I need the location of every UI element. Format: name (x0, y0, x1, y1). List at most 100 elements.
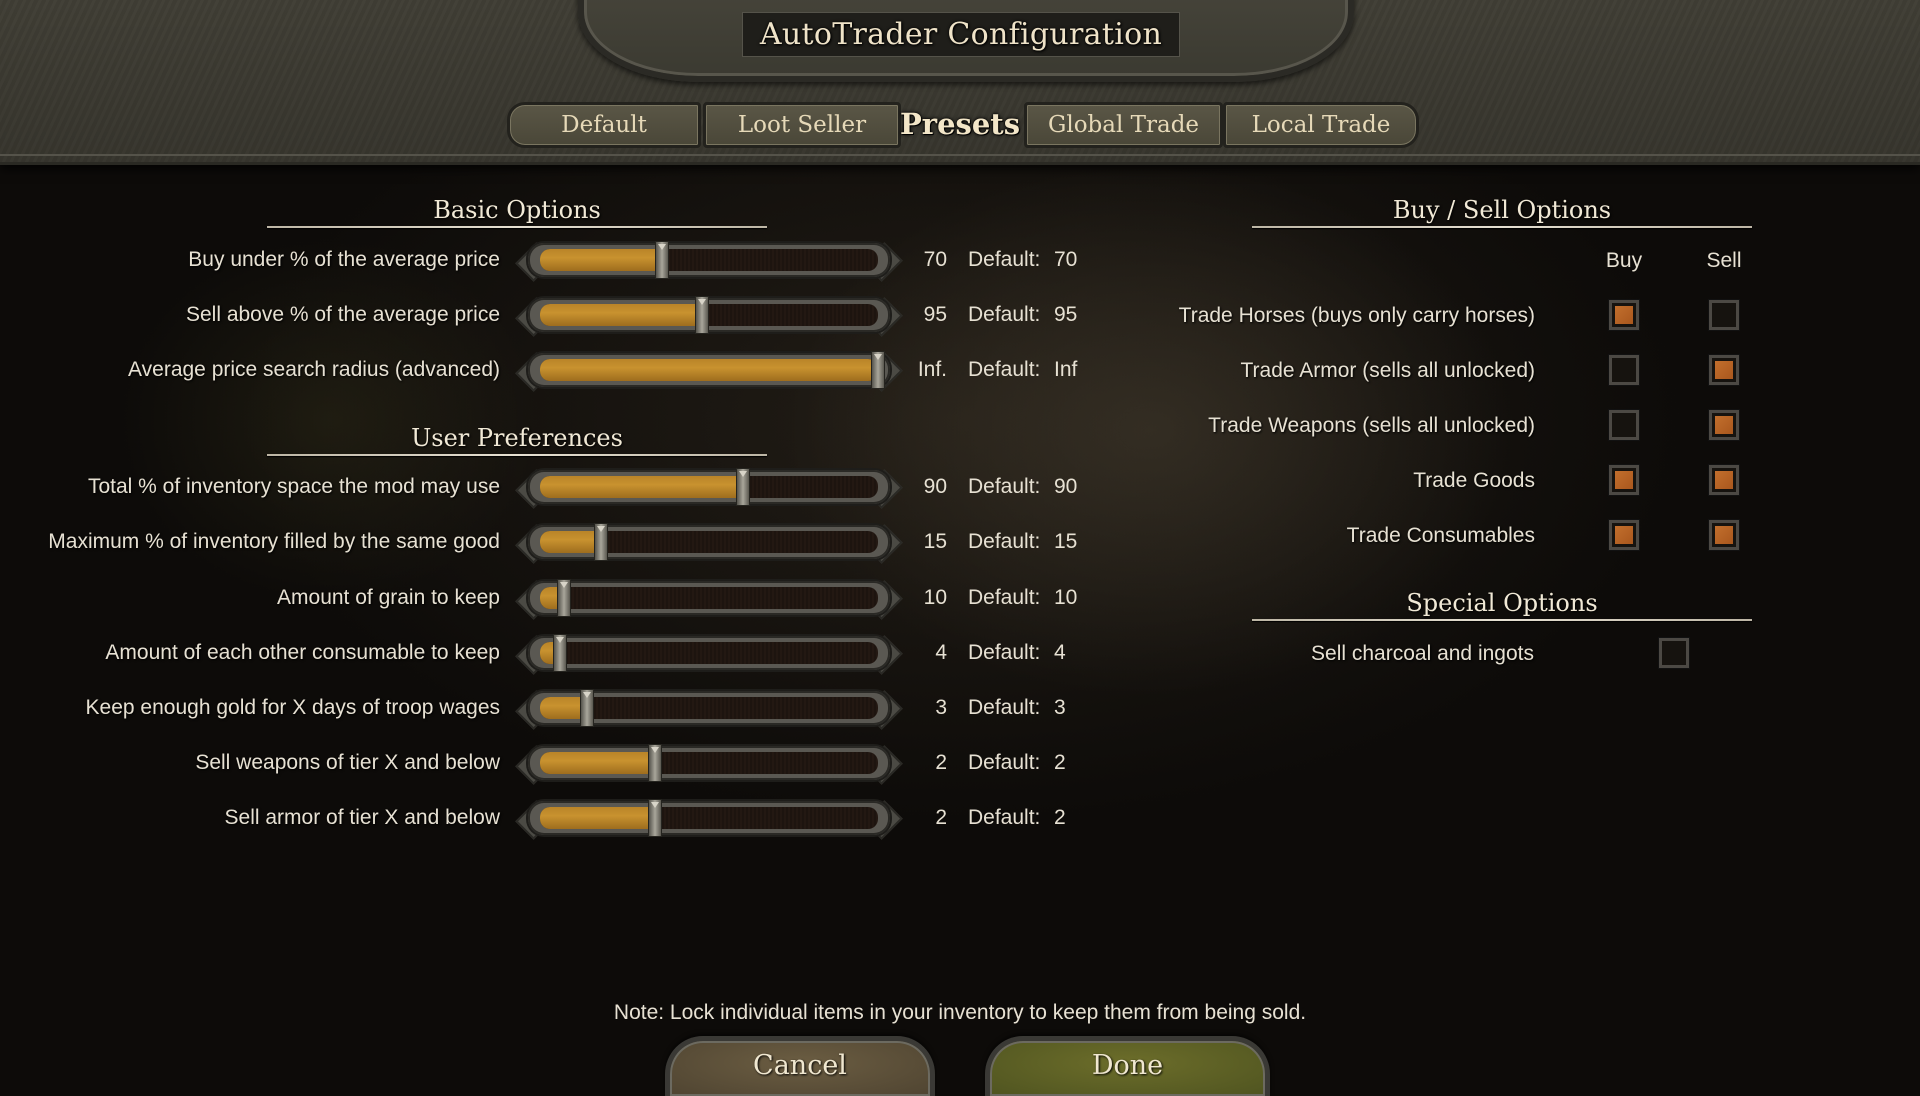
tab-global-trade[interactable]: Global Trade (1024, 102, 1223, 148)
slider-thumb[interactable] (580, 689, 595, 727)
slider-track (540, 359, 878, 381)
slider-thumb[interactable] (556, 579, 571, 617)
slider-fill (540, 752, 655, 774)
slider-value: 2 (935, 806, 947, 829)
default-value: 90 (1054, 475, 1078, 498)
trade-horses-sell-checkbox[interactable] (1709, 300, 1739, 330)
default-label: Default: (968, 806, 1041, 829)
default-label: Default: (968, 248, 1041, 271)
checked-mark (1615, 526, 1633, 544)
slider-value: 4 (935, 641, 947, 664)
buy-sell-options-divider (1252, 226, 1752, 228)
slider-thumb[interactable] (654, 241, 669, 279)
special-options-divider (1252, 619, 1752, 621)
slider-value: 10 (923, 586, 947, 609)
default-value: 4 (1054, 641, 1066, 664)
buy-under-of-the-average-price-slider[interactable] (515, 241, 903, 282)
trade-armor-buy-checkbox[interactable] (1609, 355, 1639, 385)
slider-track (540, 249, 878, 271)
slider-value: 70 (923, 248, 947, 271)
trade-consumables-sell-checkbox[interactable] (1709, 520, 1739, 550)
trade-goods-buy-checkbox[interactable] (1609, 465, 1639, 495)
special-options-heading: Special Options (1406, 589, 1598, 617)
slider-label: Amount of grain to keep (277, 586, 500, 609)
slider-thumb[interactable] (553, 634, 568, 672)
buy-sell-options-heading: Buy / Sell Options (1392, 196, 1612, 224)
slider-label: Buy under % of the average price (188, 248, 500, 271)
trade-weapons-buy-checkbox[interactable] (1609, 410, 1639, 440)
slider-label: Maximum % of inventory filled by the sam… (48, 530, 500, 553)
checked-mark (1715, 526, 1733, 544)
slider-fill (540, 476, 743, 498)
slider-thumb[interactable] (647, 799, 662, 837)
trade-option-label: Trade Weapons (sells all unlocked) (1208, 414, 1535, 437)
user-preferences-divider (267, 454, 767, 456)
default-label: Default: (968, 641, 1041, 664)
slider-thumb[interactable] (593, 523, 608, 561)
checked-mark (1715, 416, 1733, 434)
tab-presets[interactable]: Presets (900, 102, 1020, 146)
trade-option-label: Trade Horses (buys only carry horses) (1178, 304, 1535, 327)
slider-track (540, 807, 878, 829)
default-value: 10 (1054, 586, 1078, 609)
slider-value: 90 (923, 475, 947, 498)
trade-option-label: Trade Goods (1413, 469, 1535, 492)
slider-track (540, 587, 878, 609)
average-price-search-radius-advanced-slider[interactable] (515, 351, 903, 392)
user-preferences-heading: User Preferences (411, 424, 623, 452)
maximum-of-inventory-filled-by-the-same-good-slider[interactable] (515, 523, 903, 564)
trade-option-label: Trade Armor (sells all unlocked) (1240, 359, 1536, 382)
trade-armor-sell-checkbox[interactable] (1709, 355, 1739, 385)
default-value: 2 (1054, 751, 1066, 774)
trade-option-label: Trade Consumables (1346, 524, 1535, 547)
default-value: 3 (1054, 696, 1066, 719)
total-of-inventory-space-the-mod-may-use-slider[interactable] (515, 468, 903, 509)
footer-note: Note: Lock individual items in your inve… (613, 1001, 1307, 1024)
default-label: Default: (968, 475, 1041, 498)
slider-label: Amount of each other consumable to keep (105, 641, 500, 664)
trade-consumables-buy-checkbox[interactable] (1609, 520, 1639, 550)
default-label: Default: (968, 751, 1041, 774)
keep-enough-gold-for-x-days-of-troop-wages-slider[interactable] (515, 689, 903, 730)
slider-thumb[interactable] (647, 744, 662, 782)
cancel-button[interactable]: Cancel (665, 1036, 935, 1096)
trade-goods-sell-checkbox[interactable] (1709, 465, 1739, 495)
default-label: Default: (968, 586, 1041, 609)
slider-label: Sell weapons of tier X and below (195, 751, 500, 774)
slider-value: 2 (935, 751, 947, 774)
trade-horses-buy-checkbox[interactable] (1609, 300, 1639, 330)
sell-charcoal-ingots-checkbox[interactable] (1659, 638, 1689, 668)
slider-fill (540, 304, 703, 326)
slider-thumb[interactable] (871, 351, 885, 389)
special-option-label: Sell charcoal and ingots (1311, 642, 1534, 665)
slider-fill (540, 249, 662, 271)
slider-value: 3 (935, 696, 947, 719)
sell-weapons-of-tier-x-and-below-slider[interactable] (515, 744, 903, 785)
amount-of-each-other-consumable-to-keep-slider[interactable] (515, 634, 903, 675)
tab-loot-seller[interactable]: Loot Seller (703, 102, 901, 148)
sell-column-header: Sell (1706, 249, 1742, 272)
slider-fill (540, 531, 601, 553)
done-button[interactable]: Done (985, 1036, 1270, 1096)
default-label: Default: (968, 303, 1041, 326)
default-label: Default: (968, 696, 1041, 719)
amount-of-grain-to-keep-slider[interactable] (515, 579, 903, 620)
slider-thumb[interactable] (695, 296, 710, 334)
slider-track (540, 642, 878, 664)
slider-label: Sell armor of tier X and below (224, 806, 500, 829)
page-title: AutoTrader Configuration (742, 12, 1180, 57)
slider-track (540, 476, 878, 498)
slider-fill (540, 359, 878, 381)
sell-armor-of-tier-x-and-below-slider[interactable] (515, 799, 903, 840)
checked-mark (1715, 361, 1733, 379)
tab-local-trade[interactable]: Local Trade (1223, 102, 1419, 148)
default-value: Inf (1054, 358, 1078, 381)
sell-above-of-the-average-price-slider[interactable] (515, 296, 903, 337)
default-value: 95 (1054, 303, 1078, 326)
slider-thumb[interactable] (735, 468, 750, 506)
default-label: Default: (968, 530, 1041, 553)
default-label: Default: (968, 358, 1041, 381)
trade-weapons-sell-checkbox[interactable] (1709, 410, 1739, 440)
basic-options-divider (267, 226, 767, 228)
tab-default[interactable]: Default (507, 102, 701, 148)
